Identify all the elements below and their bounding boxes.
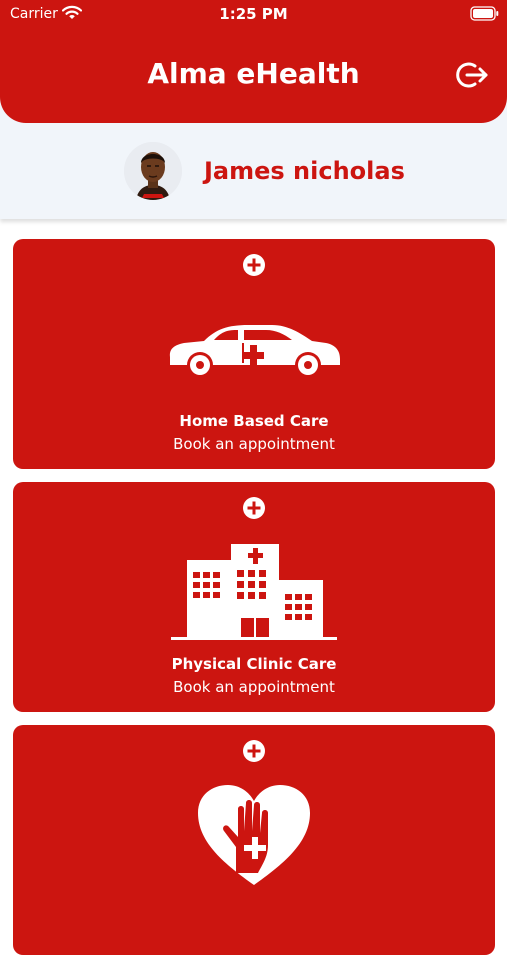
card-subtitle: Book an appointment xyxy=(173,678,335,696)
card-title: Physical Clinic Care xyxy=(171,655,337,673)
service-card-heart-care[interactable] xyxy=(13,725,495,955)
avatar[interactable] xyxy=(124,142,182,200)
battery-icon xyxy=(470,6,500,25)
app-title: Alma eHealth xyxy=(147,57,360,90)
card-subtitle: Book an appointment xyxy=(173,435,335,453)
add-plus-icon[interactable] xyxy=(242,496,266,524)
service-card-physical-clinic-care[interactable]: Physical Clinic Care Book an appointment xyxy=(13,482,495,712)
ambulance-car-icon xyxy=(166,319,342,385)
service-card-home-based-care[interactable]: Home Based Care Book an appointment xyxy=(13,239,495,469)
app-header: Carrier 1:25 PM Alma eHealth xyxy=(0,0,507,123)
card-title: Home Based Care xyxy=(179,412,329,430)
hospital-building-icon xyxy=(171,540,337,644)
status-time: 1:25 PM xyxy=(219,5,288,23)
logout-icon[interactable] xyxy=(455,59,489,95)
status-bar: Carrier 1:25 PM xyxy=(0,0,507,30)
add-plus-icon[interactable] xyxy=(242,739,266,767)
user-name: James nicholas xyxy=(204,157,405,185)
heart-hand-icon xyxy=(196,783,312,891)
add-plus-icon[interactable] xyxy=(242,253,266,281)
